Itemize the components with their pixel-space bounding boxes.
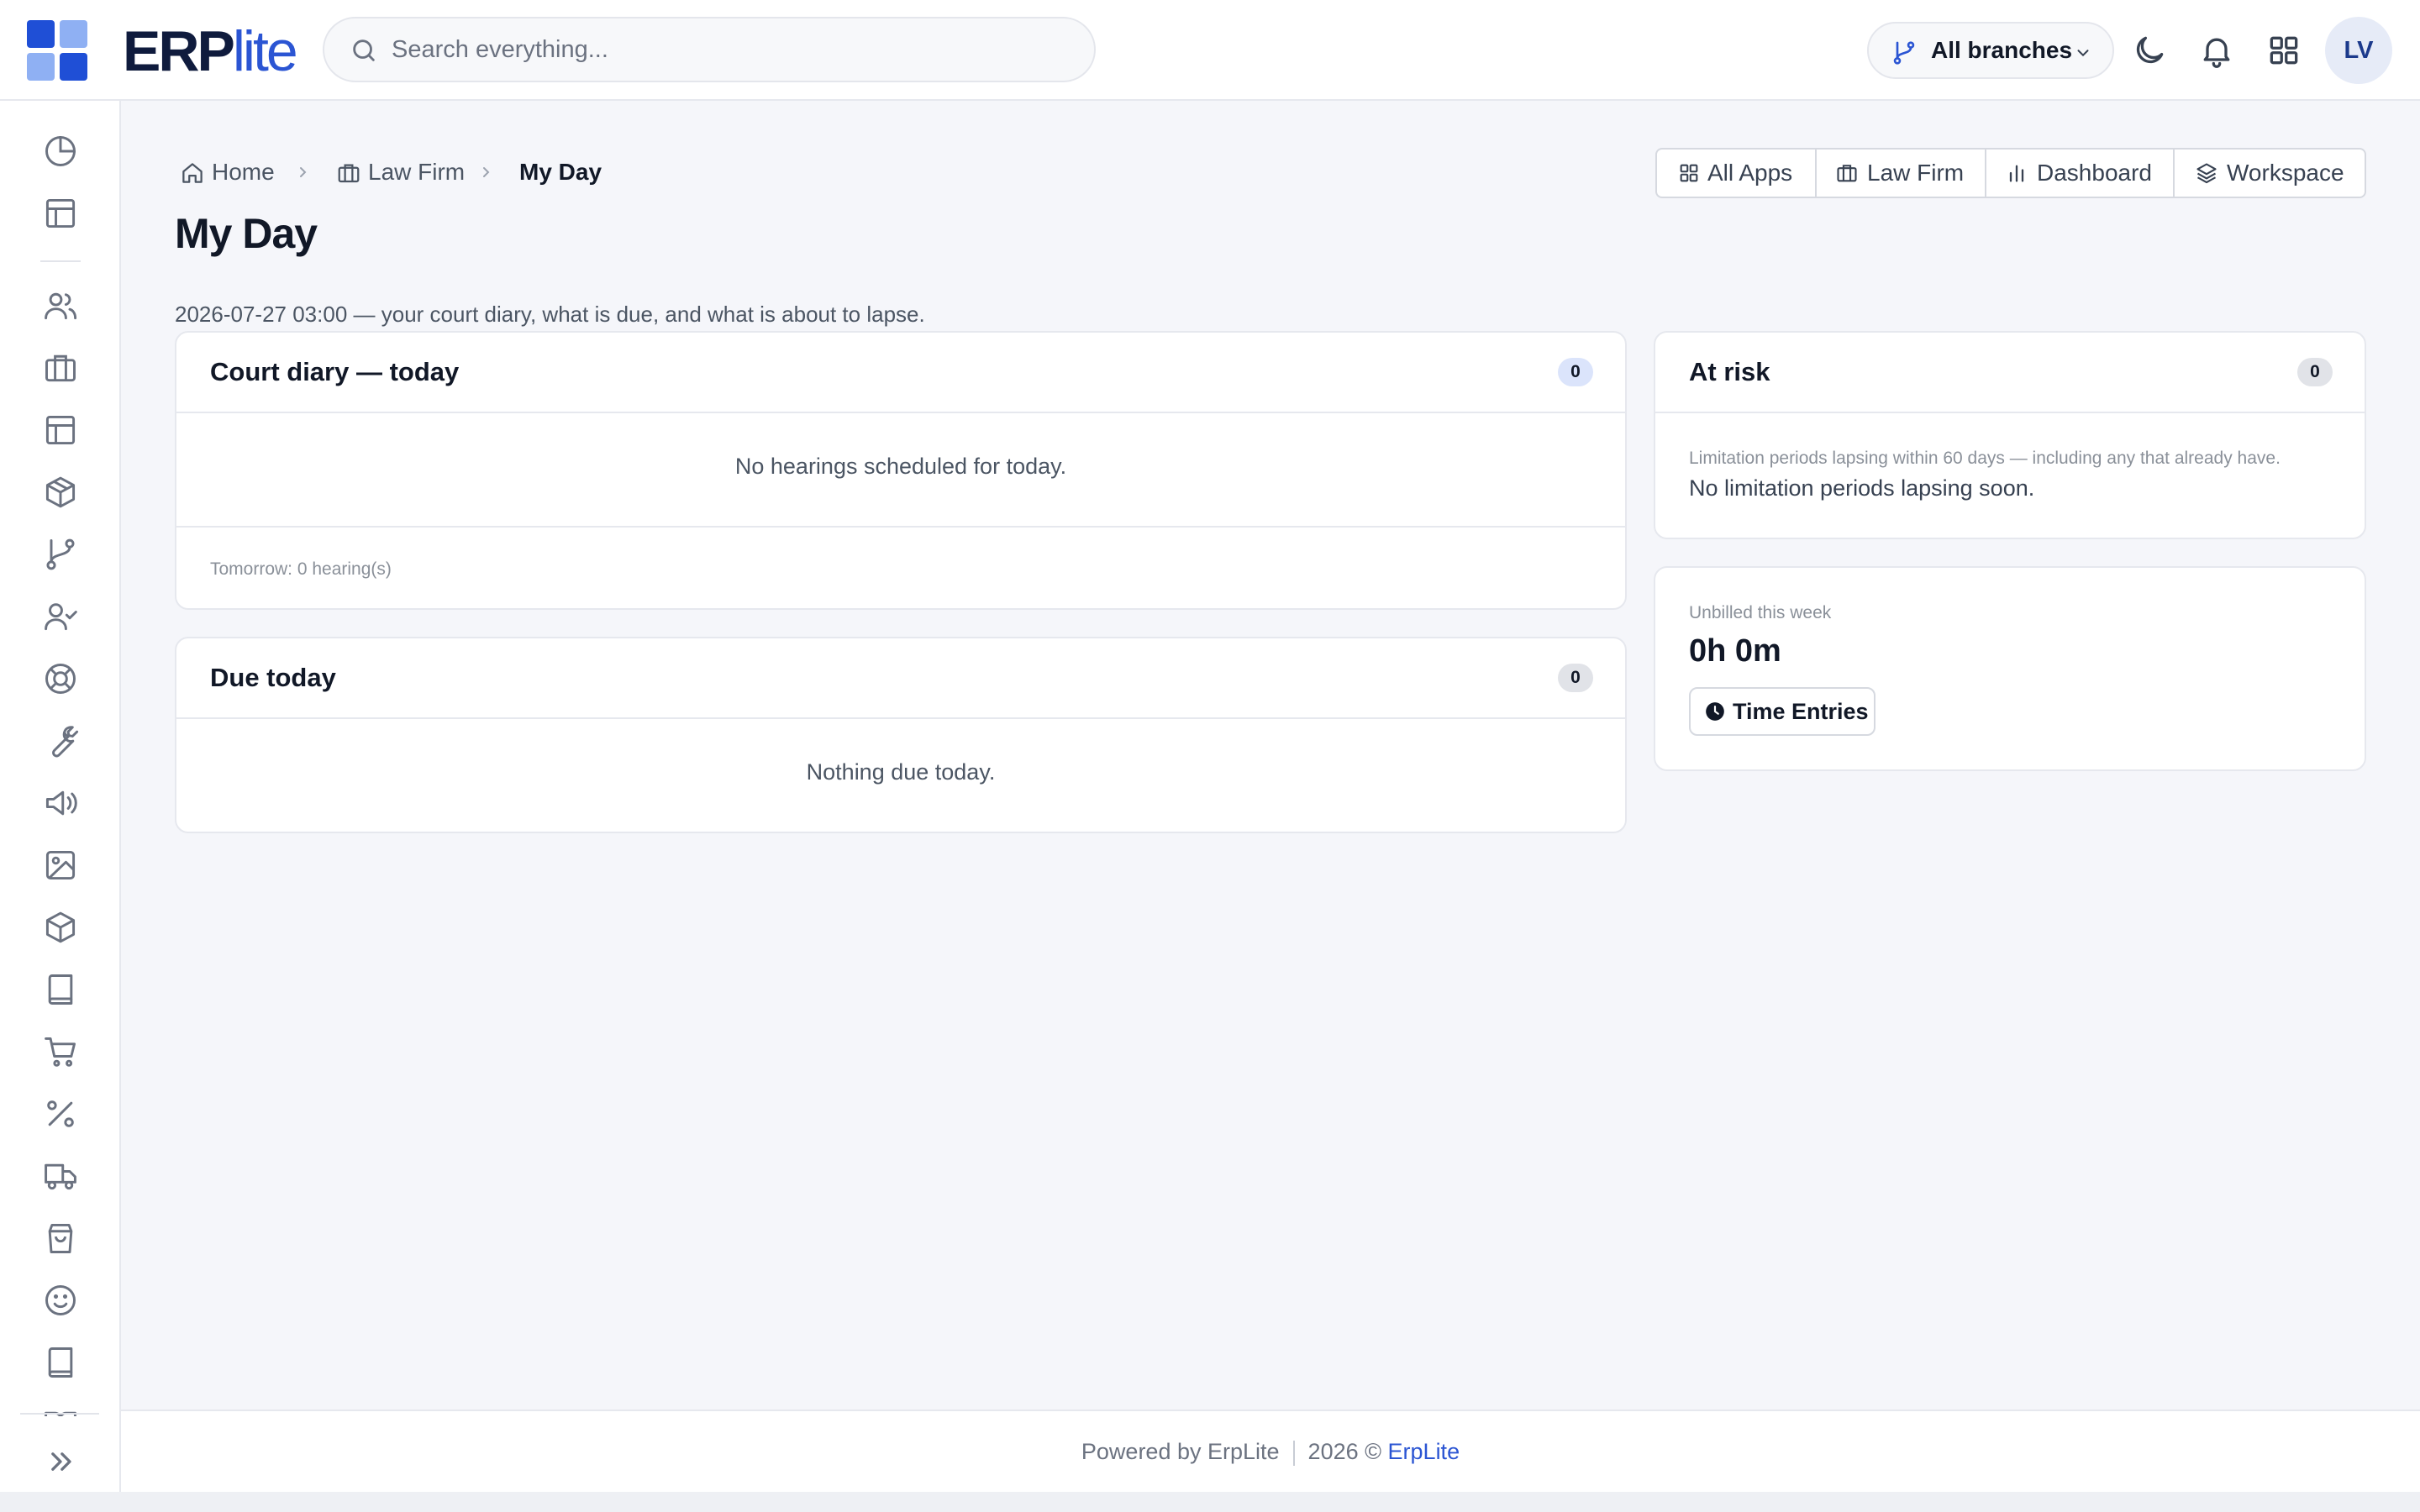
briefcase-icon [1835, 161, 1859, 185]
megaphone-icon[interactable] [42, 785, 79, 822]
users-icon[interactable] [42, 287, 79, 324]
box-icon[interactable] [42, 909, 79, 946]
book-icon[interactable] [42, 971, 79, 1008]
copyright-text: 2026 © [1307, 1439, 1382, 1464]
dashboard-label: Dashboard [2037, 160, 2152, 186]
grid-icon [1677, 161, 1701, 185]
book-icon[interactable] [42, 1344, 79, 1381]
search-icon [350, 36, 378, 65]
court-diary-card: Court diary — today 0 No hearings schedu… [175, 331, 1627, 610]
unbilled-label: Unbilled this week [1689, 603, 1832, 622]
footer-divider [1292, 1440, 1295, 1466]
branch-label: All branches [1931, 37, 2073, 63]
briefcase-icon [336, 160, 361, 186]
empty-state-text: Nothing due today. [806, 759, 996, 785]
sidebar [0, 101, 121, 1512]
wrench-icon[interactable] [42, 722, 79, 759]
footer-text: Powered by ErpLite 2026 © ErpLite [121, 1411, 2420, 1492]
chevrons-right-icon[interactable] [42, 1443, 79, 1480]
layout-icon[interactable] [42, 412, 79, 449]
layers-icon [2195, 161, 2218, 185]
briefcase-icon[interactable] [42, 349, 79, 386]
user-avatar[interactable]: LV [2325, 17, 2392, 84]
search-input[interactable] [392, 18, 1064, 81]
chevron-down-icon [2074, 44, 2092, 62]
shopping-bag-icon[interactable] [42, 1220, 79, 1257]
count-badge: 0 [2297, 358, 2333, 386]
powered-by-text: Powered by ErpLite [1081, 1439, 1280, 1464]
all-apps-button[interactable]: All Apps [1657, 150, 1817, 197]
law-firm-button[interactable]: Law Firm [1817, 150, 1986, 197]
due-today-title: Due today [210, 663, 336, 692]
card-header: Court diary — today 0 [176, 333, 1625, 413]
branch-selector[interactable]: All branches [1867, 22, 2114, 79]
life-buoy-icon[interactable] [42, 660, 79, 697]
tomorrow-note: Tomorrow: 0 hearing(s) [210, 559, 392, 579]
at-risk-title: At risk [1689, 357, 1770, 386]
dashboard-button[interactable]: Dashboard [1986, 150, 2175, 197]
breadcrumb-law-firm[interactable]: Law Firm [368, 155, 465, 190]
card-header: At risk 0 [1655, 333, 2365, 413]
court-diary-title: Court diary — today [210, 357, 460, 386]
breadcrumb-separator-icon [476, 162, 496, 182]
book-open-icon[interactable] [42, 1406, 79, 1416]
git-branch-icon[interactable] [42, 536, 79, 573]
count-badge: 0 [1558, 664, 1593, 692]
footer-brand-link[interactable]: ErpLite [1388, 1439, 1460, 1464]
time-entries-label: Time Entries [1733, 699, 1869, 724]
quick-links-group: All Apps Law Firm Dashboard Workspace [1655, 148, 2366, 198]
package-icon[interactable] [42, 474, 79, 511]
app-logo[interactable]: ERPlite [123, 22, 298, 81]
logo-mark-icon[interactable] [27, 20, 87, 81]
unbilled-value: 0h 0m [1689, 633, 1781, 669]
home-icon [180, 160, 205, 186]
git-branch-icon [1891, 39, 1918, 66]
top-bar: ERPlite All branches LV [0, 0, 2420, 101]
at-risk-note: Limitation periods lapsing within 60 day… [1689, 449, 2281, 468]
smile-icon[interactable] [42, 1282, 79, 1319]
breadcrumb-separator-icon [292, 162, 313, 182]
clock-icon [1704, 701, 1726, 722]
unbilled-card: Unbilled this week 0h 0m Time Entries [1654, 566, 2366, 771]
card-header: Due today 0 [176, 638, 1625, 719]
shopping-cart-icon[interactable] [42, 1033, 79, 1070]
card-footer: Tomorrow: 0 hearing(s) [176, 526, 1625, 610]
time-entries-button[interactable]: Time Entries [1689, 687, 1876, 736]
page-subtitle: 2026-07-27 03:00 — your court diary, wha… [175, 302, 925, 327]
user-check-icon[interactable] [42, 598, 79, 635]
layout-icon[interactable] [42, 195, 79, 232]
empty-state-text: No limitation periods lapsing soon. [1689, 475, 2035, 501]
dark-mode-moon-icon[interactable] [2131, 32, 2168, 69]
count-badge: 0 [1558, 358, 1593, 386]
pie-chart-icon[interactable] [42, 133, 79, 170]
bar-chart-icon [2005, 161, 2028, 185]
workspace-button[interactable]: Workspace [2175, 150, 2365, 197]
sidebar-divider [40, 260, 81, 262]
truck-icon[interactable] [42, 1158, 79, 1194]
law-firm-label: Law Firm [1867, 160, 1965, 186]
bell-icon[interactable] [2198, 32, 2235, 69]
workspace-label: Workspace [2227, 160, 2344, 186]
page-title: My Day [175, 210, 318, 257]
sidebar-bottom-divider [20, 1413, 99, 1415]
percent-icon[interactable] [42, 1095, 79, 1132]
global-search[interactable] [323, 17, 1096, 82]
empty-state-text: No hearings scheduled for today. [734, 454, 1067, 479]
at-risk-card: At risk 0 Limitation periods lapsing wit… [1654, 331, 2366, 539]
breadcrumb-home[interactable]: Home [212, 155, 275, 190]
breadcrumb-current: My Day [519, 159, 602, 185]
image-icon[interactable] [42, 847, 79, 884]
all-apps-label: All Apps [1707, 160, 1793, 186]
bottom-strip [0, 1492, 2420, 1512]
apps-grid-icon[interactable] [2265, 32, 2302, 69]
due-today-card: Due today 0 Nothing due today. [175, 637, 1627, 833]
footer: Powered by ErpLite 2026 © ErpLite [121, 1410, 2420, 1492]
